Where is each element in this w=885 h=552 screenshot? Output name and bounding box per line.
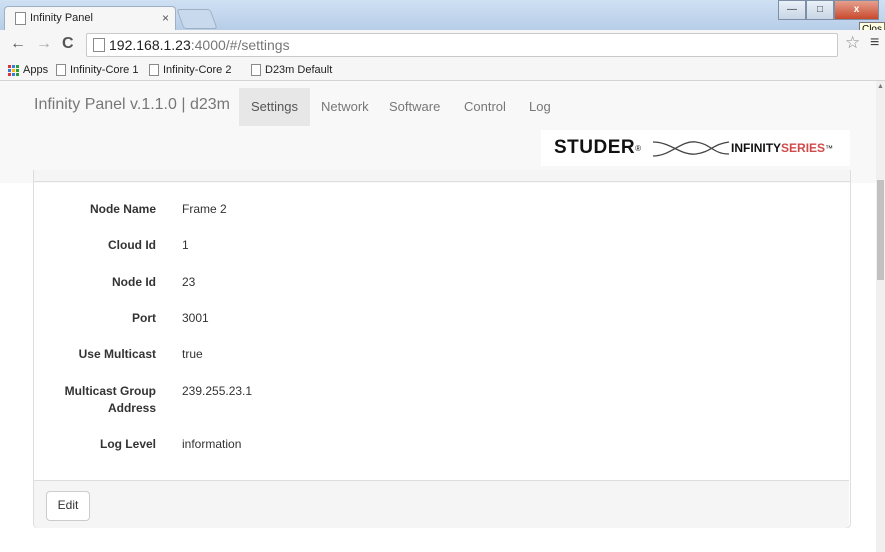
nav-network[interactable]: Network [309, 88, 381, 126]
browser-menu-icon[interactable]: ≡ [870, 34, 879, 52]
browser-toolbar: ← → C 192.168.1.23:4000/#/settings ☆ ≡ [0, 30, 885, 60]
scrollbar[interactable] [876, 81, 885, 552]
logo-infinity: INFINITY [731, 141, 782, 155]
setting-value: 239.255.23.1 [182, 384, 253, 398]
setting-label: Log Level [99, 437, 156, 451]
scrollbar-thumb[interactable] [877, 180, 884, 280]
app-brand[interactable]: Infinity Panel v.1.1.0 | d23m [34, 96, 230, 114]
studer-logo: STUDER ® INFINITY SERIES ™ [541, 130, 850, 166]
setting-label: Use Multicast [78, 347, 156, 361]
infinity-swoosh-icon [653, 141, 730, 157]
setting-value: 23 [182, 275, 196, 289]
bookmark-label: Infinity-Core 1 [70, 64, 139, 76]
setting-value: 1 [182, 238, 189, 252]
back-arrow-icon[interactable]: ← [10, 35, 26, 53]
reload-icon[interactable]: C [62, 35, 74, 53]
nav-settings[interactable]: Settings [239, 88, 310, 126]
setting-value: 3001 [182, 311, 209, 325]
bookmark-star-icon[interactable]: ☆ [845, 33, 860, 53]
setting-value: Frame 2 [182, 202, 227, 216]
page-icon [93, 38, 105, 52]
setting-label: Cloud Id [108, 238, 156, 252]
browser-tab[interactable]: Infinity Panel × [4, 6, 176, 31]
tab-close-icon[interactable]: × [162, 11, 169, 25]
nav-software[interactable]: Software [377, 88, 452, 126]
maximize-button[interactable]: □ [806, 0, 834, 20]
page-icon [149, 64, 159, 76]
setting-label: Node Id [112, 275, 156, 289]
setting-label: Multicast Group Address [64, 384, 156, 415]
page-icon [15, 12, 26, 25]
new-tab-button[interactable] [176, 9, 218, 29]
panel-footer: Edit [34, 480, 849, 528]
nav-control[interactable]: Control [452, 88, 518, 126]
bookmark-item[interactable]: Infinity-Core 1 [56, 64, 138, 76]
setting-label: Node Name [89, 202, 156, 216]
window-controls: — □ x [778, 0, 879, 20]
nav-log[interactable]: Log [517, 88, 563, 126]
setting-value: information [182, 437, 242, 451]
bookmark-label: D23m Default [265, 64, 333, 76]
page-icon [56, 64, 66, 76]
minimize-button[interactable]: — [778, 0, 806, 20]
address-bar[interactable]: 192.168.1.23:4000/#/settings [86, 33, 838, 57]
scroll-up-icon[interactable]: ▲ [877, 83, 884, 90]
close-button[interactable]: x [834, 0, 879, 20]
bookmark-label: Apps [23, 64, 49, 76]
bookmarks-bar: Apps Infinity-Core 1 Infinity-Core 2 D23… [0, 60, 885, 81]
setting-value: true [182, 347, 203, 361]
url-text: 192.168.1.23:4000/#/settings [109, 37, 290, 53]
setting-label: Port [132, 311, 156, 325]
forward-arrow-icon[interactable]: → [36, 35, 52, 53]
edit-button[interactable]: Edit [46, 491, 90, 521]
url-path: :4000/#/settings [190, 37, 290, 53]
page-icon [251, 64, 261, 76]
bookmark-item[interactable]: D23m Default [251, 64, 332, 76]
logo-studer: STUDER [554, 137, 636, 158]
bookmark-item[interactable]: Infinity-Core 2 [149, 64, 231, 76]
bookmark-label: Infinity-Core 2 [163, 64, 232, 76]
tab-title: Infinity Panel [30, 12, 93, 24]
logo-series: SERIES [781, 141, 826, 155]
url-host: 192.168.1.23 [109, 37, 191, 53]
apps-icon [8, 64, 19, 76]
bookmark-apps[interactable]: Apps [8, 64, 48, 76]
